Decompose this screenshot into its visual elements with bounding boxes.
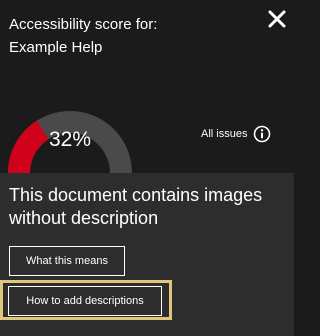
document-name: Example Help	[9, 39, 103, 56]
close-button[interactable]	[265, 7, 289, 31]
panel-title: Accessibility score for:	[9, 16, 158, 33]
info-icon	[253, 125, 271, 143]
score-percent: 32%	[48, 128, 92, 151]
how-to-add-descriptions-button[interactable]: How to add descriptions	[8, 286, 162, 316]
all-issues-link[interactable]: All issues	[201, 125, 271, 143]
all-issues-label: All issues	[201, 128, 248, 140]
close-icon	[268, 10, 286, 28]
accessibility-score-panel: Accessibility score for: Example Help 32…	[0, 0, 294, 336]
what-this-means-button[interactable]: What this means	[9, 246, 125, 276]
issue-message: This document contains images without de…	[9, 185, 263, 228]
